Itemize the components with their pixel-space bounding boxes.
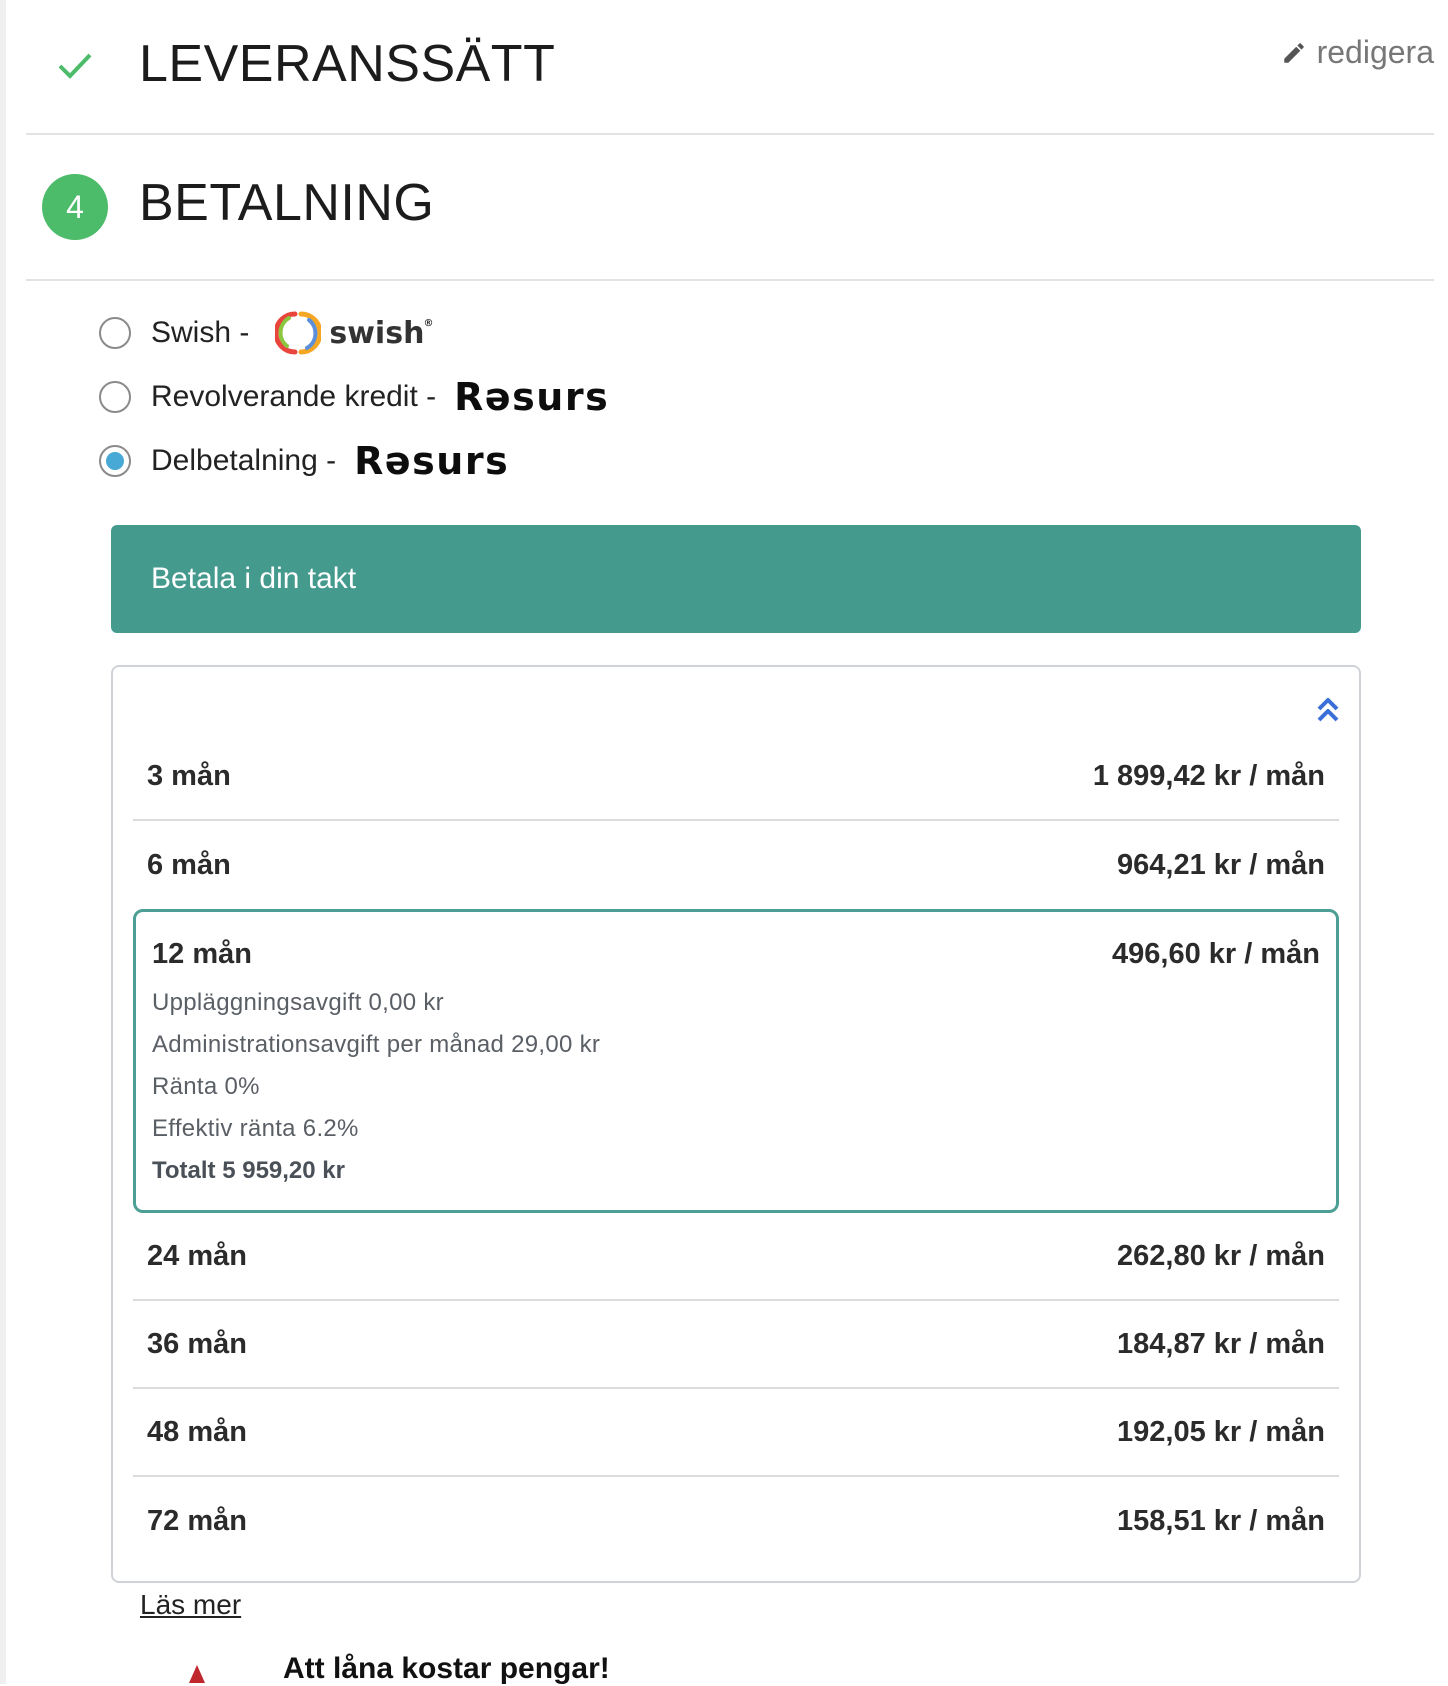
option-label-swish: Swish - (151, 316, 250, 349)
setup-fee: Uppläggningsavgift 0,00 kr (152, 989, 444, 1016)
double-chevron-up-icon[interactable] (1315, 695, 1341, 725)
delivery-section: LEVERANSSÄTT redigera (26, 0, 1434, 135)
read-more-link[interactable]: Läs mer (140, 1589, 241, 1621)
payment-section: 4 BETALNING (26, 133, 1434, 281)
radio-revolving-credit[interactable] (99, 381, 131, 413)
plan-term: 6 mån (147, 848, 231, 881)
delivery-title: LEVERANSSÄTT (139, 35, 556, 93)
payment-option-revolving-credit[interactable]: Revolverande kredit - Rəsurs (99, 372, 609, 422)
plan-price: 1 899,42 kr / mån (1092, 759, 1325, 792)
plan-term: 3 mån (147, 759, 231, 792)
plan-row-24[interactable]: 24 mån 262,80 kr / mån (133, 1213, 1339, 1301)
option-label-revolving-credit: Revolverande kredit - (151, 380, 437, 413)
checkmark-icon (58, 53, 92, 79)
plan-term: 48 mån (147, 1415, 247, 1448)
plan-total: Totalt 5 959,20 kr (152, 1157, 345, 1184)
edit-label: redigera (1316, 34, 1434, 70)
interest-rate: Ränta 0% (152, 1073, 260, 1100)
plan-row-72[interactable]: 72 mån 158,51 kr / mån (133, 1477, 1339, 1565)
installment-plans-panel: 3 mån 1 899,42 kr / mån 6 mån 964,21 kr … (111, 665, 1361, 1583)
plan-price: 192,05 kr / mån (1117, 1415, 1325, 1448)
payment-option-installment[interactable]: Delbetalning - Rəsurs (99, 436, 509, 486)
step-number-badge: 4 (42, 174, 108, 240)
plan-row-3[interactable]: 3 mån 1 899,42 kr / mån (133, 733, 1339, 821)
plan-term: 36 mån (147, 1327, 247, 1360)
banner-text: Betala i din takt (151, 562, 357, 595)
plan-price: 964,21 kr / mån (1117, 848, 1325, 881)
installment-banner: Betala i din takt (111, 525, 1361, 633)
radio-installment[interactable] (99, 445, 131, 477)
plan-list: 3 mån 1 899,42 kr / mån 6 mån 964,21 kr … (133, 733, 1339, 1565)
borrowing-warning: Att låna kostar pengar! (283, 1652, 610, 1685)
plan-price: 262,80 kr / mån (1117, 1239, 1325, 1272)
resurs-logo: Rəsurs (454, 375, 610, 419)
swish-logo-text: swish ® (329, 315, 434, 351)
swish-logo-icon (275, 311, 322, 355)
effective-interest-rate: Effektiv ränta 6.2% (152, 1115, 359, 1142)
plan-term: 12 mån (152, 938, 252, 970)
admin-fee: Administrationsavgift per månad 29,00 kr (152, 1031, 601, 1058)
plan-price: 496,60 kr / mån (1112, 938, 1320, 970)
edit-delivery-link[interactable]: redigera (1281, 34, 1434, 71)
plan-price: 184,87 kr / mån (1117, 1327, 1325, 1360)
plan-row-12-selected[interactable]: 12 mån 496,60 kr / mån Uppläggningsavgif… (133, 909, 1339, 1213)
warning-icon (189, 1665, 205, 1683)
payment-title: BETALNING (139, 174, 435, 232)
payment-option-swish[interactable]: Swish - swish ® (99, 308, 434, 358)
resurs-logo: Rəsurs (354, 439, 510, 483)
plan-term: 72 mån (147, 1504, 247, 1537)
plan-row-6[interactable]: 6 mån 964,21 kr / mån (133, 821, 1339, 909)
swish-logo: swish ® (275, 310, 434, 356)
left-edge (0, 0, 6, 1684)
option-label-installment: Delbetalning - (151, 444, 337, 477)
radio-swish[interactable] (99, 317, 131, 349)
plan-price: 158,51 kr / mån (1117, 1504, 1325, 1537)
plan-row-48[interactable]: 48 mån 192,05 kr / mån (133, 1389, 1339, 1477)
pencil-icon (1283, 42, 1304, 63)
plan-row-36[interactable]: 36 mån 184,87 kr / mån (133, 1301, 1339, 1389)
plan-term: 24 mån (147, 1239, 247, 1272)
